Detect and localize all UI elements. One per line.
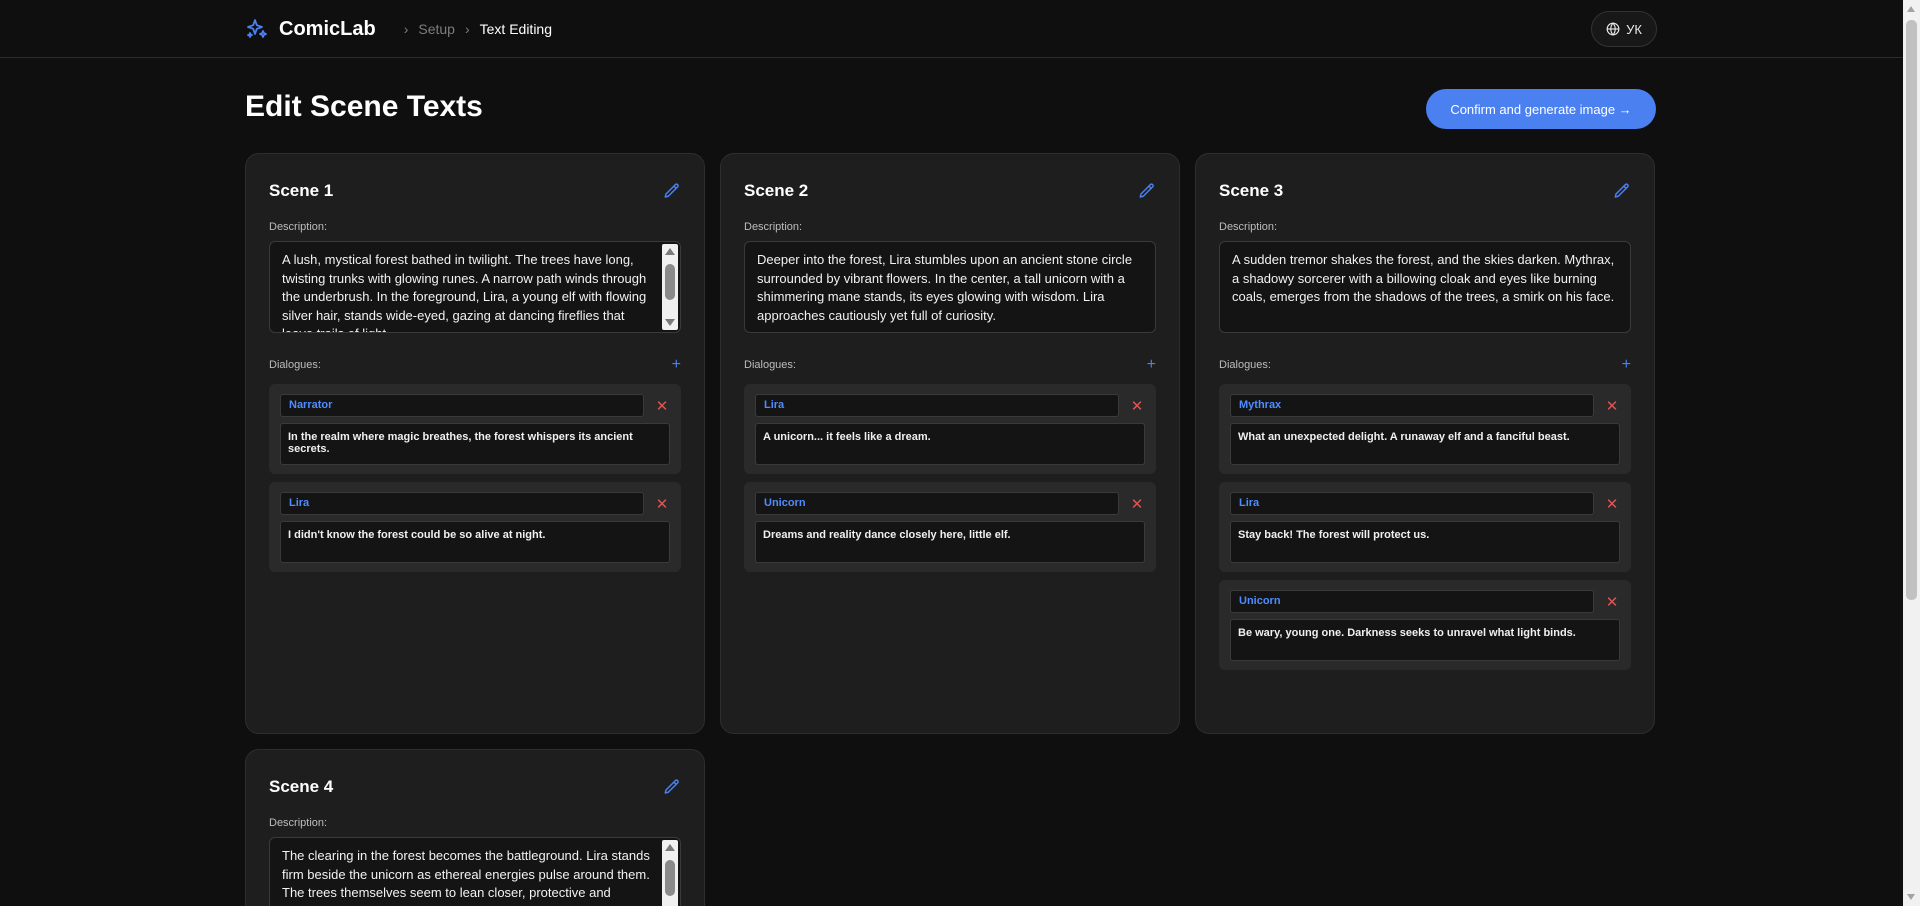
dialogue-item: Unicorn ✕ Be wary, young one. Darkness s… xyxy=(1219,580,1631,670)
language-button[interactable]: УК xyxy=(1591,11,1657,47)
dialogue-text-input[interactable]: What an unexpected delight. A runaway el… xyxy=(1230,423,1620,465)
dialogue-text-input[interactable]: Dreams and reality dance closely here, l… xyxy=(755,521,1145,563)
description-label: Description: xyxy=(269,817,328,829)
description-text: A lush, mystical forest bathed in twilig… xyxy=(282,252,647,332)
scene-card-3: Scene 3 Description: A sudden tremor sha… xyxy=(1195,153,1655,734)
chevron-right-icon: › xyxy=(464,21,470,37)
dialogue-list: Lira ✕ A unicorn... it feels like a drea… xyxy=(744,384,1156,572)
scene-card-4: Scene 4 Description: The clearing in the… xyxy=(245,749,705,906)
description-textarea[interactable]: Deeper into the forest, Lira stumbles up… xyxy=(744,241,1156,333)
add-dialogue-button[interactable]: + xyxy=(1147,357,1156,373)
description-label: Description: xyxy=(269,221,328,233)
add-dialogue-button[interactable]: + xyxy=(672,357,681,373)
description-text: Deeper into the forest, Lira stumbles up… xyxy=(757,252,1133,323)
top-bar: ComicLab › Setup › Text Editing УК xyxy=(0,0,1920,58)
dialogue-item: Lira ✕ I didn't know the forest could be… xyxy=(269,482,681,572)
pencil-icon[interactable] xyxy=(1613,182,1631,200)
dialogue-item: Narrator ✕ In the realm where magic brea… xyxy=(269,384,681,474)
scrollbar-thumb[interactable] xyxy=(665,264,675,300)
scrollbar-thumb[interactable] xyxy=(1906,20,1917,600)
dialogues-label: Dialogues: xyxy=(1219,359,1271,371)
pencil-icon[interactable] xyxy=(663,182,681,200)
breadcrumb-text-editing: Text Editing xyxy=(479,21,552,37)
close-icon[interactable]: ✕ xyxy=(1604,495,1620,513)
dialogue-list: Narrator ✕ In the realm where magic brea… xyxy=(269,384,681,572)
speaker-input[interactable]: Mythrax xyxy=(1230,394,1594,417)
dialogue-item: Unicorn ✕ Dreams and reality dance close… xyxy=(744,482,1156,572)
description-textarea[interactable]: The clearing in the forest becomes the b… xyxy=(269,837,681,906)
close-icon[interactable]: ✕ xyxy=(1129,495,1145,513)
scroll-up-arrow-icon[interactable] xyxy=(1907,6,1915,12)
language-label: УК xyxy=(1626,21,1642,37)
globe-icon xyxy=(1606,22,1620,36)
scrollbar-thumb[interactable] xyxy=(665,860,675,896)
chevron-right-icon: › xyxy=(403,21,409,37)
scene-title: Scene 1 xyxy=(269,181,334,200)
scene-title: Scene 4 xyxy=(269,777,334,796)
page-title: Edit Scene Texts xyxy=(245,90,483,123)
description-scrollbar[interactable] xyxy=(662,244,678,330)
main-content: Edit Scene Texts Confirm and generate im… xyxy=(245,58,1656,906)
close-icon[interactable]: ✕ xyxy=(654,495,670,513)
scroll-up-arrow-icon[interactable] xyxy=(665,844,675,851)
brand-name[interactable]: ComicLab xyxy=(279,18,376,41)
description-label: Description: xyxy=(1219,221,1278,233)
description-text: A sudden tremor shakes the forest, and t… xyxy=(1232,252,1615,304)
speaker-input[interactable]: Narrator xyxy=(280,394,644,417)
speaker-input[interactable]: Unicorn xyxy=(755,492,1119,515)
scene-title: Scene 3 xyxy=(1219,181,1284,200)
close-icon[interactable]: ✕ xyxy=(1604,397,1620,415)
description-text: The clearing in the forest becomes the b… xyxy=(282,848,650,906)
sparkles-icon xyxy=(247,19,267,38)
page-scrollbar[interactable] xyxy=(1903,0,1920,906)
speaker-input[interactable]: Unicorn xyxy=(1230,590,1594,613)
dialogues-label: Dialogues: xyxy=(744,359,796,371)
dialogues-label: Dialogues: xyxy=(269,359,321,371)
dialogue-text-input[interactable]: Stay back! The forest will protect us. xyxy=(1230,521,1620,563)
close-icon[interactable]: ✕ xyxy=(1604,593,1620,611)
breadcrumb-setup[interactable]: Setup xyxy=(418,21,455,37)
dialogue-text-input[interactable]: A unicorn... it feels like a dream. xyxy=(755,423,1145,465)
description-textarea[interactable]: A sudden tremor shakes the forest, and t… xyxy=(1219,241,1631,333)
speaker-input[interactable]: Lira xyxy=(1230,492,1594,515)
scroll-down-arrow-icon[interactable] xyxy=(665,319,675,326)
close-icon[interactable]: ✕ xyxy=(654,397,670,415)
dialogue-text-input[interactable]: I didn't know the forest could be so ali… xyxy=(280,521,670,563)
scene-card-1: Scene 1 Description: A lush, mystical fo… xyxy=(245,153,705,734)
dialogue-text-input[interactable]: In the realm where magic breathes, the f… xyxy=(280,423,670,465)
scene-card-2: Scene 2 Description: Deeper into the for… xyxy=(720,153,1180,734)
add-dialogue-button[interactable]: + xyxy=(1622,357,1631,373)
scene-title: Scene 2 xyxy=(744,181,809,200)
dialogue-item: Lira ✕ Stay back! The forest will protec… xyxy=(1219,482,1631,572)
scroll-up-arrow-icon[interactable] xyxy=(665,248,675,255)
description-scrollbar[interactable] xyxy=(662,840,678,906)
description-label: Description: xyxy=(744,221,803,233)
dialogue-list: Mythrax ✕ What an unexpected delight. A … xyxy=(1219,384,1631,670)
speaker-input[interactable]: Lira xyxy=(280,492,644,515)
dialogue-item: Mythrax ✕ What an unexpected delight. A … xyxy=(1219,384,1631,474)
scroll-down-arrow-icon[interactable] xyxy=(1907,894,1915,900)
scene-grid: Scene 1 Description: A lush, mystical fo… xyxy=(245,153,1656,906)
close-icon[interactable]: ✕ xyxy=(1129,397,1145,415)
dialogue-item: Lira ✕ A unicorn... it feels like a drea… xyxy=(744,384,1156,474)
pencil-icon[interactable] xyxy=(1138,182,1156,200)
description-textarea[interactable]: A lush, mystical forest bathed in twilig… xyxy=(269,241,681,333)
pencil-icon[interactable] xyxy=(663,778,681,796)
dialogue-text-input[interactable]: Be wary, young one. Darkness seeks to un… xyxy=(1230,619,1620,661)
confirm-generate-button[interactable]: Confirm and generate image → xyxy=(1426,89,1656,129)
speaker-input[interactable]: Lira xyxy=(755,394,1119,417)
